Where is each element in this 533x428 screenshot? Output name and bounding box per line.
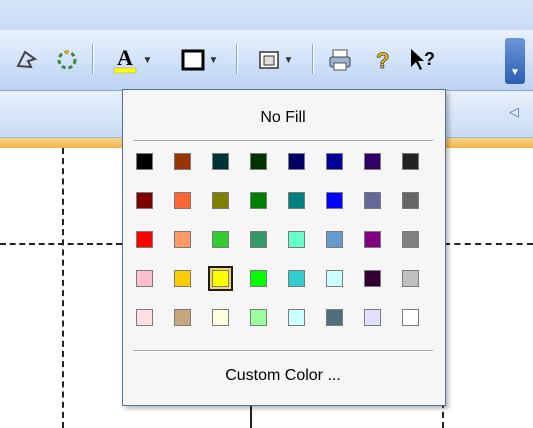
color-swatch[interactable] — [364, 309, 381, 326]
pane-collapse-arrow-icon[interactable]: ◁ — [509, 104, 519, 120]
color-swatch[interactable] — [364, 192, 381, 209]
font-color-button[interactable]: A ▼ — [102, 40, 162, 80]
layout-button[interactable]: ▼ — [244, 40, 306, 80]
color-swatch[interactable] — [364, 231, 381, 248]
color-swatch[interactable] — [288, 153, 305, 170]
help-icon: ? — [376, 48, 390, 74]
color-swatch[interactable] — [326, 309, 343, 326]
shape-select-button[interactable] — [12, 40, 42, 80]
color-swatch[interactable] — [174, 231, 191, 248]
color-swatch[interactable] — [326, 231, 343, 248]
layout-icon — [258, 51, 279, 69]
color-swatch[interactable] — [364, 270, 381, 287]
svg-text:?: ? — [376, 48, 389, 73]
font-color-icon: A — [113, 45, 136, 74]
color-swatch[interactable] — [250, 309, 267, 326]
color-swatch[interactable] — [250, 192, 267, 209]
color-swatch[interactable] — [136, 192, 153, 209]
toolbar-separator — [312, 44, 313, 74]
font-color-dropdown-arrow-icon[interactable]: ▼ — [143, 55, 153, 66]
whats-this-button[interactable]: ? — [404, 40, 444, 80]
color-swatch[interactable] — [402, 153, 419, 170]
color-swatch[interactable] — [288, 192, 305, 209]
color-swatch[interactable] — [326, 270, 343, 287]
color-swatch[interactable] — [174, 153, 191, 170]
canvas-guide-left — [62, 148, 64, 428]
toolbar-options-grip[interactable]: ▼ — [505, 38, 525, 84]
color-swatch[interactable] — [212, 309, 229, 326]
color-swatch[interactable] — [136, 231, 153, 248]
line-color-dropdown-arrow-icon[interactable]: ▼ — [209, 55, 219, 66]
color-swatch[interactable] — [364, 153, 381, 170]
custom-color-option[interactable]: Custom Color ... — [133, 358, 433, 394]
color-swatch[interactable] — [402, 231, 419, 248]
color-swatch[interactable] — [402, 270, 419, 287]
rotate-shape-icon — [57, 50, 77, 70]
no-fill-option[interactable]: No Fill — [133, 100, 433, 136]
print-icon — [329, 49, 351, 71]
line-color-icon — [181, 49, 205, 71]
svg-text:?: ? — [424, 49, 435, 69]
color-swatch[interactable] — [326, 153, 343, 170]
color-swatch[interactable] — [326, 192, 343, 209]
toolbar-options-chevron-icon: ▼ — [510, 67, 520, 78]
color-swatch[interactable] — [250, 153, 267, 170]
color-swatch[interactable] — [212, 231, 229, 248]
drawing-toolbar: A ▼ ▼ ▼ ? ? ▼ — [0, 30, 533, 91]
color-swatch[interactable] — [136, 153, 153, 170]
title-strip — [0, 0, 533, 30]
shape-select-icon — [16, 50, 38, 69]
color-swatch[interactable] — [288, 231, 305, 248]
whats-this-icon: ? — [411, 49, 435, 70]
color-picker-dropdown: No Fill Custom Color ... — [122, 89, 446, 406]
color-swatch[interactable] — [212, 153, 229, 170]
print-button[interactable] — [320, 40, 360, 80]
toolbar-separator — [236, 44, 237, 74]
dropdown-separator — [133, 140, 433, 142]
canvas-guide-right-horizontal — [444, 243, 533, 245]
toolbar-separator — [92, 44, 93, 74]
color-swatch[interactable] — [212, 192, 229, 209]
color-swatch[interactable] — [136, 270, 153, 287]
color-swatch[interactable] — [136, 309, 153, 326]
color-swatch[interactable] — [402, 192, 419, 209]
layout-dropdown-arrow-icon[interactable]: ▼ — [284, 55, 294, 66]
color-swatch[interactable] — [250, 270, 267, 287]
color-swatch[interactable] — [174, 309, 191, 326]
svg-text:A: A — [117, 45, 133, 70]
line-color-button[interactable]: ▼ — [168, 40, 230, 80]
color-swatch[interactable] — [288, 309, 305, 326]
rotate-shape-button[interactable] — [52, 40, 82, 80]
help-button[interactable]: ? — [366, 40, 400, 80]
color-swatch[interactable] — [174, 270, 191, 287]
color-swatch[interactable] — [288, 270, 305, 287]
color-swatch[interactable] — [402, 309, 419, 326]
canvas-guide-left-horizontal — [0, 243, 122, 245]
color-swatch[interactable] — [174, 192, 191, 209]
canvas-connector-line — [250, 404, 252, 428]
color-swatch[interactable] — [208, 266, 233, 291]
dropdown-separator — [133, 350, 433, 352]
color-swatch[interactable] — [250, 231, 267, 248]
